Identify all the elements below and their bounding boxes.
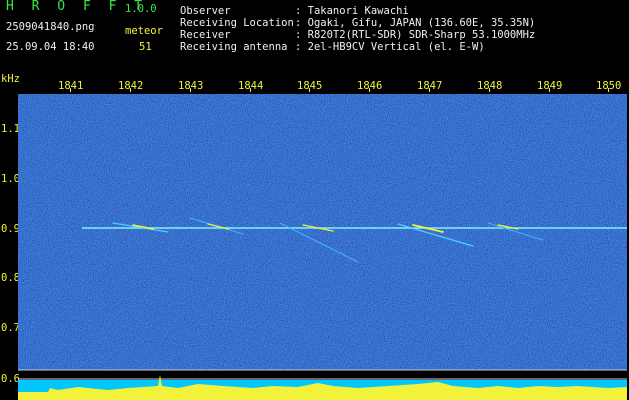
meteor-label: meteor	[125, 25, 163, 37]
antenna-label: Receiving antenna	[180, 41, 288, 53]
receiver-value: : R820T2(RTL-SDR) SDR-Sharp 53.1000MHz	[295, 29, 536, 41]
file-name: 2509041840.png	[6, 21, 95, 33]
app-version: 1.0.0	[125, 3, 157, 15]
tick-mark	[549, 88, 550, 92]
tick-mark	[250, 88, 251, 92]
timestamp: 25.09.04 18:40	[6, 41, 95, 53]
tick-mark	[608, 88, 609, 92]
waterfall-noise	[18, 94, 627, 370]
tick-mark	[489, 88, 490, 92]
tick-mark	[429, 88, 430, 92]
observer-value: : Takanori Kawachi	[295, 5, 409, 17]
waterfall-spectrogram	[18, 94, 627, 400]
receiver-label: Receiver	[180, 29, 231, 41]
header-panel: H R O F F T 1.0.0 2509041840.png 25.09.0…	[0, 0, 629, 72]
tick-mark	[369, 88, 370, 92]
antenna-value: : 2el-HB9CV Vertical (el. E-W)	[295, 41, 485, 53]
tick-mark	[130, 88, 131, 92]
location-value: : Ogaki, Gifu, JAPAN (136.60E, 35.35N)	[295, 17, 536, 29]
time-axis: 1841 1842 1843 1844 1845 1846 1847 1848 …	[0, 72, 629, 94]
tick-mark	[309, 88, 310, 92]
observer-label: Observer	[180, 5, 231, 17]
location-label: Receiving Location	[180, 17, 294, 29]
meteor-count: 51	[139, 41, 152, 53]
tick-mark	[70, 88, 71, 92]
tick-mark	[190, 88, 191, 92]
